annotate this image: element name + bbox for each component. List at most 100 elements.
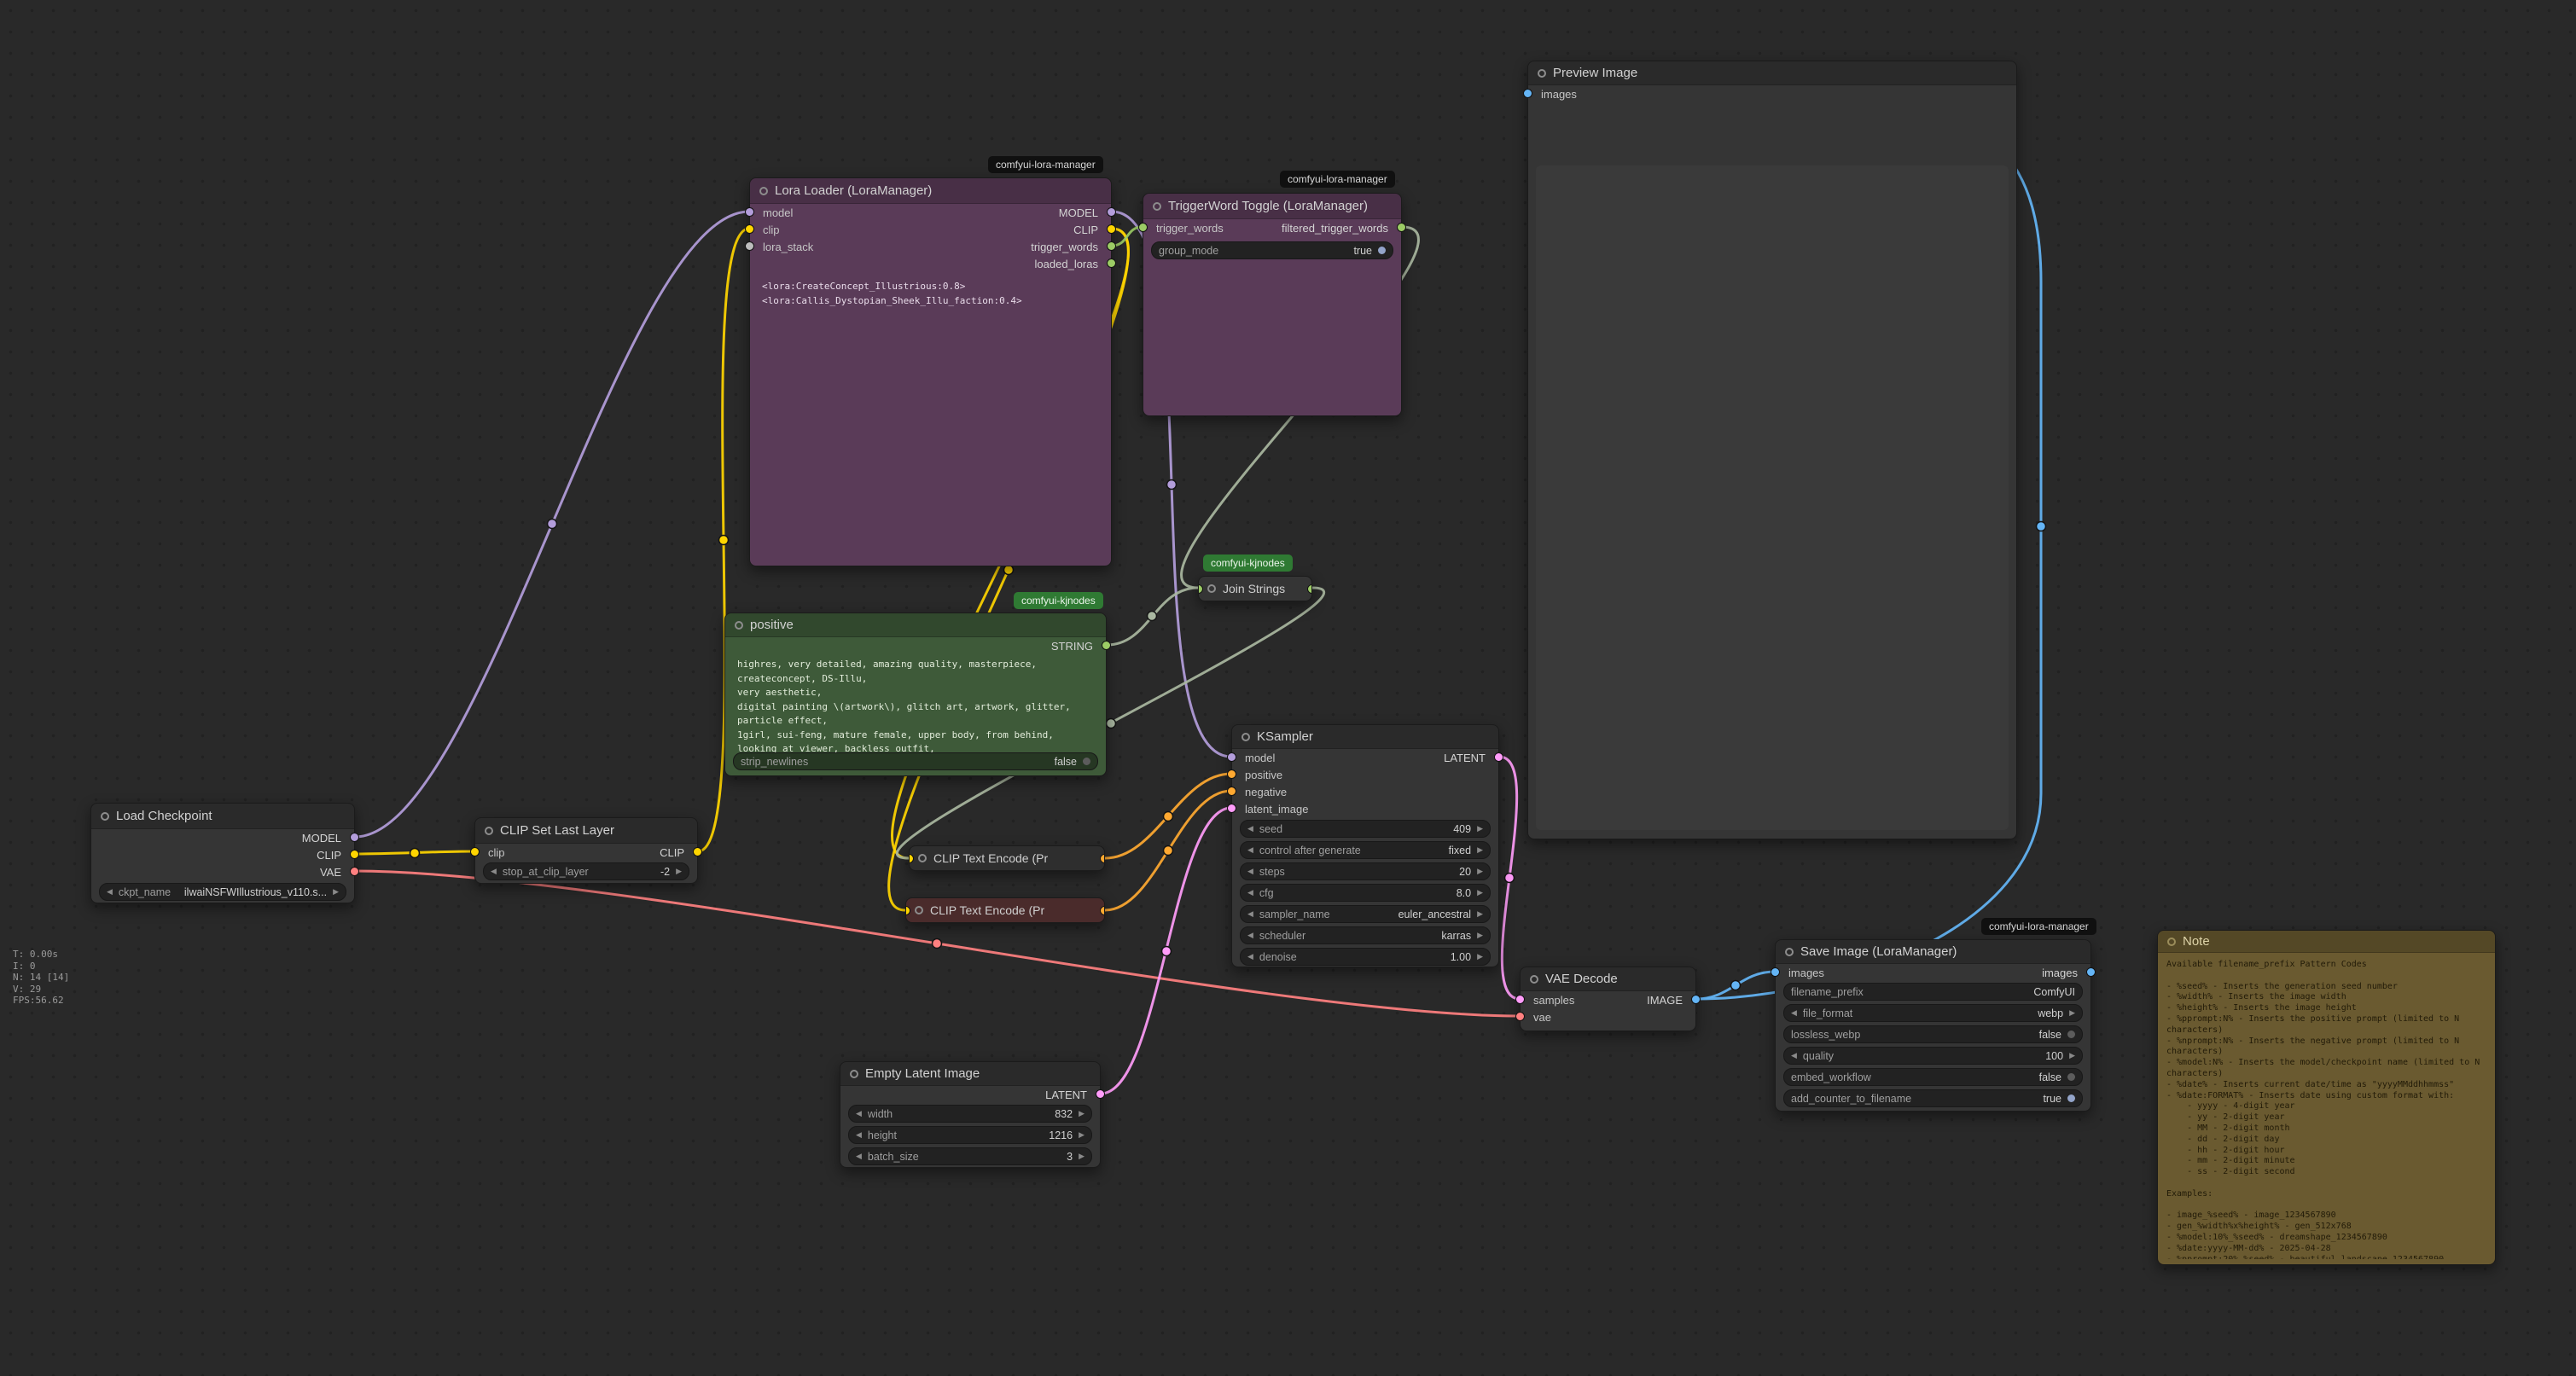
output-port-vae[interactable]	[350, 867, 359, 876]
collapse-toggle-icon[interactable]	[735, 621, 743, 630]
link-midpoint-dot[interactable]	[548, 520, 557, 529]
output-port-clip[interactable]	[693, 847, 702, 856]
node-join-strings[interactable]: Join Strings	[1198, 576, 1312, 601]
input-port-model[interactable]	[745, 207, 754, 217]
widget-steps[interactable]: ◀ steps 20 ▶	[1240, 862, 1491, 880]
widget-control-after-generate[interactable]: ◀ control after generate fixed ▶	[1240, 841, 1491, 859]
input-port-model[interactable]	[1227, 752, 1236, 762]
output-port-filtered-trigger-words[interactable]	[1397, 223, 1406, 232]
output-port-model[interactable]	[1107, 207, 1116, 217]
arrow-right-icon[interactable]: ▶	[1079, 1130, 1084, 1140]
input-port-clip[interactable]	[470, 847, 480, 856]
output-port-model[interactable]	[350, 833, 359, 842]
node-header[interactable]: Empty Latent Image	[840, 1062, 1100, 1086]
widget-denoise[interactable]: ◀ denoise 1.00 ▶	[1240, 948, 1491, 966]
arrow-right-icon[interactable]: ▶	[676, 867, 682, 876]
arrow-left-icon[interactable]: ◀	[107, 887, 113, 897]
output-port-string[interactable]	[1307, 584, 1312, 594]
widget-sampler-name[interactable]: ◀ sampler_name euler_ancestral ▶	[1240, 905, 1491, 923]
input-port-images[interactable]	[1523, 89, 1532, 98]
input-port-negative[interactable]	[1227, 787, 1236, 796]
widget-height[interactable]: ◀ height 1216 ▶	[848, 1126, 1092, 1144]
node-header[interactable]: Preview Image	[1528, 61, 2016, 85]
output-port-conditioning[interactable]	[1100, 854, 1105, 863]
node-load-checkpoint[interactable]: Load Checkpoint MODEL CLIP VAE ◀ ckpt_na…	[90, 803, 355, 903]
node-header[interactable]: Lora Loader (LoraManager)	[750, 178, 1111, 204]
node-header[interactable]: positive	[725, 613, 1106, 637]
arrow-right-icon[interactable]: ▶	[2069, 1051, 2075, 1060]
arrow-right-icon[interactable]: ▶	[2069, 1008, 2075, 1018]
collapse-toggle-icon[interactable]	[915, 906, 923, 914]
toggle-on-icon[interactable]	[1378, 247, 1386, 254]
link-midpoint-dot[interactable]	[2037, 522, 2046, 531]
collapse-toggle-icon[interactable]	[1241, 733, 1250, 741]
toggle-off-icon[interactable]	[2067, 1031, 2075, 1038]
arrow-right-icon[interactable]: ▶	[1477, 952, 1483, 961]
link-midpoint-dot[interactable]	[719, 536, 729, 545]
link-midpoint-dot[interactable]	[1148, 612, 1157, 621]
widget-file-format[interactable]: ◀ file_format webp ▶	[1783, 1004, 2083, 1022]
node-header[interactable]: KSampler	[1232, 725, 1498, 749]
output-port-clip[interactable]	[350, 850, 359, 859]
arrow-left-icon[interactable]: ◀	[1247, 845, 1253, 855]
link-midpoint-dot[interactable]	[1167, 480, 1177, 490]
collapse-toggle-icon[interactable]	[1153, 202, 1161, 211]
arrow-left-icon[interactable]: ◀	[1247, 867, 1253, 876]
collapse-toggle-icon[interactable]	[485, 827, 493, 835]
node-positive-prompt[interactable]: positive STRING highres, very detailed, …	[724, 613, 1107, 776]
node-lora-loader[interactable]: Lora Loader (LoraManager) modelMODEL cli…	[749, 177, 1112, 566]
arrow-right-icon[interactable]: ▶	[333, 887, 339, 897]
node-empty-latent-image[interactable]: Empty Latent Image LATENT ◀ width 832 ▶ …	[840, 1061, 1101, 1168]
widget-group-mode[interactable]: group_mode true	[1151, 241, 1393, 259]
arrow-left-icon[interactable]: ◀	[856, 1130, 862, 1140]
arrow-left-icon[interactable]: ◀	[1247, 824, 1253, 833]
input-port-images[interactable]	[1771, 967, 1780, 977]
arrow-right-icon[interactable]: ▶	[1477, 888, 1483, 897]
node-header[interactable]: Note	[2158, 931, 2495, 953]
output-port-images[interactable]	[2086, 967, 2096, 977]
widget-width[interactable]: ◀ width 832 ▶	[848, 1105, 1092, 1123]
arrow-right-icon[interactable]: ▶	[1477, 931, 1483, 940]
output-port-conditioning[interactable]	[1100, 906, 1105, 915]
lora-syntax-text[interactable]: <lora:CreateConcept_Illustrious:0.8> <lo…	[750, 272, 1111, 316]
node-header[interactable]: Load Checkpoint	[91, 804, 354, 829]
widget-scheduler[interactable]: ◀ scheduler karras ▶	[1240, 926, 1491, 944]
input-port-vae[interactable]	[1515, 1012, 1525, 1021]
collapse-toggle-icon[interactable]	[2167, 938, 2176, 946]
toggle-off-icon[interactable]	[2067, 1073, 2075, 1081]
widget-filename-prefix[interactable]: filename_prefix ComfyUI	[1783, 983, 2083, 1001]
input-port-latent-image[interactable]	[1227, 804, 1236, 813]
collapse-toggle-icon[interactable]	[918, 854, 927, 862]
output-port-loaded-loras[interactable]	[1107, 258, 1116, 268]
collapse-toggle-icon[interactable]	[1207, 584, 1216, 593]
link-midpoint-dot[interactable]	[1731, 981, 1741, 990]
collapse-toggle-icon[interactable]	[850, 1070, 858, 1078]
widget-ckpt-name[interactable]: ◀ ckpt_name ilwaiNSFWIllustrious_v110.s.…	[99, 883, 346, 901]
arrow-right-icon[interactable]: ▶	[1477, 867, 1483, 876]
input-port[interactable]	[909, 854, 914, 863]
node-note[interactable]: Note Available filename_prefix Pattern C…	[2157, 930, 2496, 1265]
toggle-off-icon[interactable]	[1083, 758, 1090, 765]
node-preview-image[interactable]: Preview Image images	[1527, 61, 2017, 839]
collapse-toggle-icon[interactable]	[101, 812, 109, 821]
link-midpoint-dot[interactable]	[1164, 812, 1173, 822]
arrow-right-icon[interactable]: ▶	[1477, 824, 1483, 833]
input-port-trigger-words[interactable]	[1138, 223, 1148, 232]
input-port-samples[interactable]	[1515, 995, 1525, 1004]
arrow-left-icon[interactable]: ◀	[856, 1109, 862, 1118]
node-triggerword-toggle[interactable]: TriggerWord Toggle (LoraManager) trigger…	[1143, 193, 1402, 416]
link-midpoint-dot[interactable]	[410, 849, 420, 858]
link-midpoint-dot[interactable]	[933, 939, 942, 949]
link-midpoint-dot[interactable]	[1004, 566, 1014, 575]
widget-lossless-webp[interactable]: lossless_webp false	[1783, 1025, 2083, 1043]
collapse-toggle-icon[interactable]	[1530, 975, 1538, 984]
node-clip-text-encode-positive[interactable]: CLIP Text Encode (Pr	[909, 845, 1105, 871]
input-port-clip[interactable]	[745, 224, 754, 234]
collapse-toggle-icon[interactable]	[1538, 69, 1546, 78]
input-port[interactable]	[905, 906, 910, 915]
link-midpoint-dot[interactable]	[1164, 846, 1173, 856]
widget-add-counter-to-filename[interactable]: add_counter_to_filename true	[1783, 1089, 2083, 1107]
arrow-left-icon[interactable]: ◀	[1791, 1051, 1797, 1060]
output-port-latent[interactable]	[1494, 752, 1503, 762]
arrow-right-icon[interactable]: ▶	[1079, 1152, 1084, 1161]
